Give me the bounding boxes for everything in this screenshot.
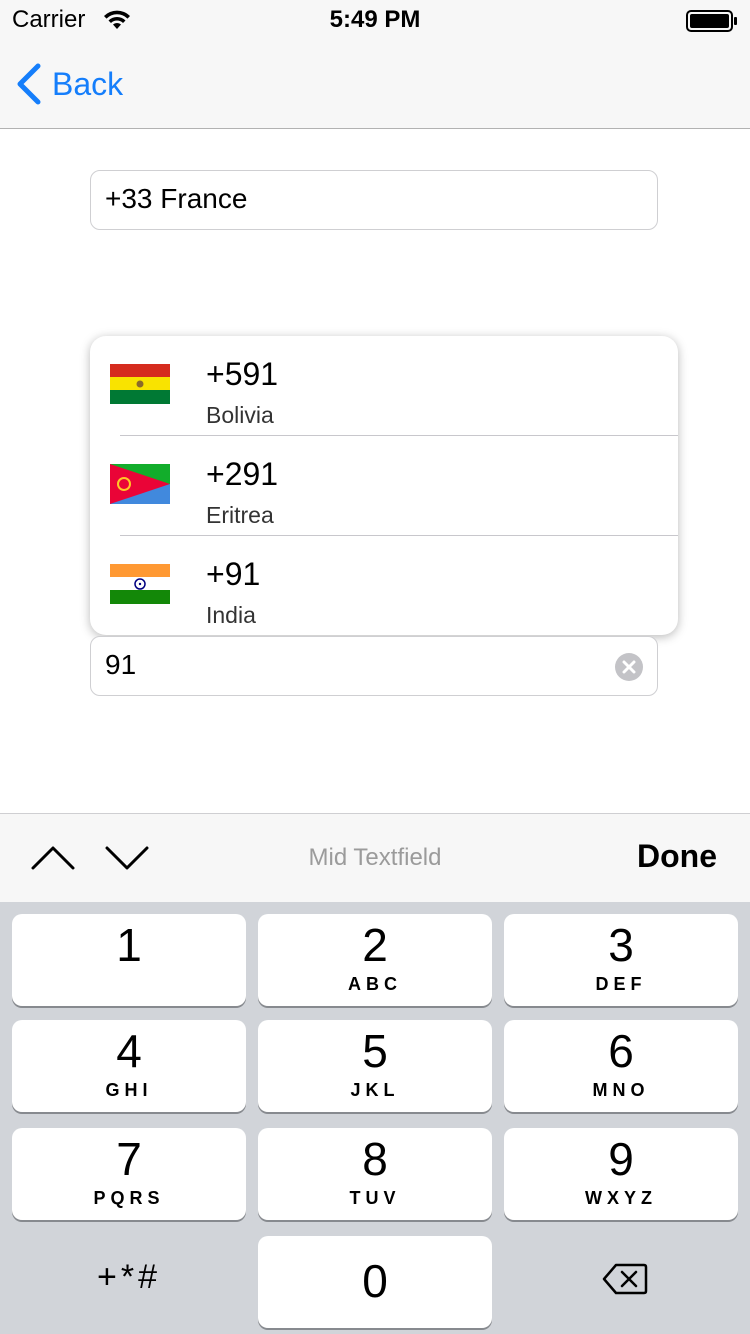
key-letters: WXYZ: [585, 1188, 657, 1208]
country-code-value: +33 France: [105, 183, 248, 214]
key-digit: 3: [608, 919, 634, 971]
key-letters: ABC: [348, 974, 402, 994]
key-digit: 1: [116, 919, 142, 971]
country-name: India: [206, 602, 256, 628]
symbols-label: +*#: [97, 1258, 161, 1296]
key-6[interactable]: 6 MNO: [504, 1020, 738, 1112]
back-button[interactable]: Back: [14, 60, 123, 108]
country-code-field[interactable]: +33 France: [90, 170, 658, 230]
key-digit: 7: [116, 1133, 142, 1185]
key-letters: GHI: [105, 1080, 153, 1100]
key-8[interactable]: 8 TUV: [258, 1128, 492, 1220]
key-letters: MNO: [592, 1080, 650, 1100]
india-flag-icon: [110, 564, 170, 604]
key-digit: 4: [116, 1025, 142, 1077]
mid-textfield-value: 91: [105, 649, 137, 680]
key-letters: DEF: [595, 974, 647, 994]
key-digit: 6: [608, 1025, 634, 1077]
key-9[interactable]: 9 WXYZ: [504, 1128, 738, 1220]
eritrea-flag-icon: [110, 464, 170, 504]
clock: 5:49 PM: [329, 6, 421, 33]
dial-code: +291: [206, 456, 279, 492]
mid-textfield[interactable]: 91: [90, 636, 658, 696]
symbols-key[interactable]: +*#: [12, 1236, 246, 1328]
key-digit: 0: [362, 1255, 388, 1307]
country-name: Bolivia: [206, 402, 274, 428]
key-2[interactable]: 2 ABC: [258, 914, 492, 1006]
key-5[interactable]: 5 JKL: [258, 1020, 492, 1112]
navigation-bar: Back: [0, 40, 750, 129]
key-0[interactable]: 0: [258, 1236, 492, 1328]
done-button[interactable]: Done: [637, 838, 717, 875]
key-digit: 2: [362, 919, 388, 971]
dial-code: +91: [206, 556, 261, 592]
suggestion-row-india[interactable]: +91 India: [90, 536, 678, 635]
key-7[interactable]: 7 PQRS: [12, 1128, 246, 1220]
numeric-keypad: 1 2 ABC 3 DEF 4 GHI 5 JKL 6 MNO 7 PQRS 8…: [0, 902, 750, 1334]
keyboard-toolbar: Mid Textfield Done: [0, 813, 750, 902]
suggestion-dropdown: +591 Bolivia +291 Eritrea +91 India: [90, 336, 678, 635]
key-1[interactable]: 1: [12, 914, 246, 1006]
key-3[interactable]: 3 DEF: [504, 914, 738, 1006]
backspace-icon: [602, 1263, 648, 1295]
key-digit: 8: [362, 1133, 388, 1185]
back-label: Back: [52, 65, 124, 102]
key-letters: TUV: [349, 1188, 401, 1208]
key-4[interactable]: 4 GHI: [12, 1020, 246, 1112]
clear-icon[interactable]: [615, 653, 643, 681]
dial-code: +591: [206, 356, 279, 392]
key-letters: JKL: [350, 1080, 400, 1100]
key-digit: 5: [362, 1025, 388, 1077]
bolivia-flag-icon: [110, 364, 170, 404]
suggestion-row-eritrea[interactable]: +291 Eritrea: [90, 436, 678, 536]
chevron-left-icon: [17, 63, 41, 105]
key-digit: 9: [608, 1133, 634, 1185]
suggestion-row-bolivia[interactable]: +591 Bolivia: [90, 336, 678, 436]
country-name: Eritrea: [206, 502, 274, 528]
status-bar: Carrier 5:49 PM: [0, 0, 750, 40]
key-letters: PQRS: [93, 1188, 165, 1208]
backspace-key[interactable]: [504, 1236, 738, 1328]
battery-icon: [686, 10, 737, 32]
